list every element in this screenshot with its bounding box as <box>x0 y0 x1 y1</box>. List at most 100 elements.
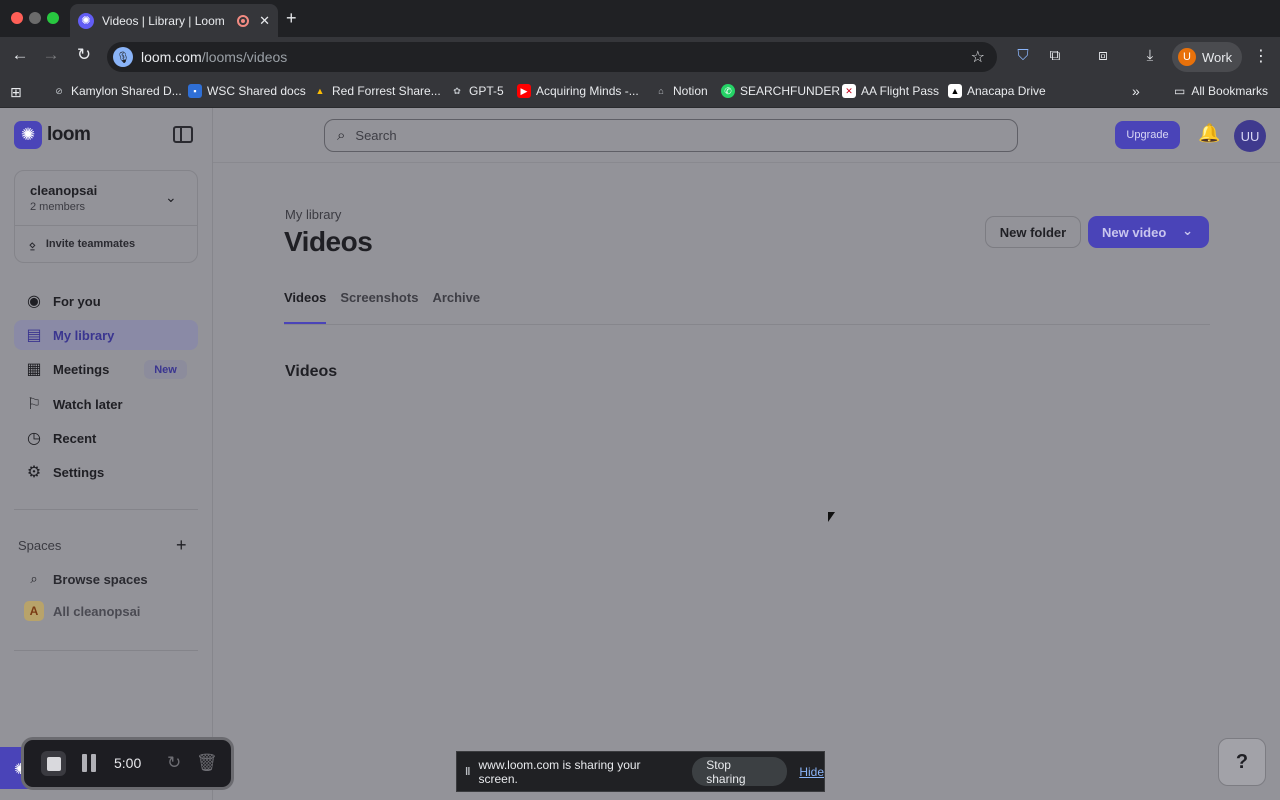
sidebar-divider <box>14 650 198 651</box>
tab-videos[interactable]: Videos <box>284 290 326 324</box>
bookmark-item[interactable]: ✆ SEARCHFUNDER <box>721 84 840 98</box>
browser-tab-strip: ✺ Videos | Library | Loom ✕ + <box>0 0 1280 37</box>
sidebar-item-all-space[interactable]: A All cleanopsai <box>24 601 140 621</box>
invite-teammates-button[interactable]: ⍚ Invite teammates <box>29 236 135 252</box>
tabs-divider <box>284 324 1210 325</box>
drag-handle-icon[interactable]: ‖ <box>465 766 470 778</box>
mouse-cursor-icon <box>828 512 835 522</box>
bookmark-item[interactable]: ▶ Acquiring Minds -... <box>517 84 639 98</box>
anacapa-icon: ▲ <box>948 84 962 98</box>
back-arrow-icon[interactable]: ← <box>8 45 32 65</box>
search-icon: ⌕ <box>337 127 346 144</box>
chevron-down-icon[interactable]: ⌄ <box>165 189 177 206</box>
close-window-button[interactable] <box>11 12 23 24</box>
workspace-divider <box>15 225 197 226</box>
breadcrumb[interactable]: My library <box>285 207 341 222</box>
sharing-message: www.loom.com is sharing your screen. <box>478 757 641 786</box>
workspace-name[interactable]: cleanopsai <box>30 183 97 198</box>
hide-link[interactable]: Hide <box>799 765 824 779</box>
browser-menu-icon[interactable]: ⋮ <box>1253 46 1269 66</box>
bookmark-item[interactable]: ⌂ Notion <box>654 84 707 98</box>
more-bookmarks-icon[interactable]: » <box>1132 83 1140 99</box>
reload-icon[interactable]: ↻ <box>72 45 96 65</box>
address-url: loom.com/looms/videos <box>141 49 288 65</box>
extension-shield-icon[interactable]: ⛉ <box>1013 47 1033 64</box>
notifications-bell-icon[interactable]: 🔔 <box>1198 123 1220 144</box>
youtube-icon: ▶ <box>517 84 531 98</box>
upgrade-button[interactable]: Upgrade <box>1115 121 1180 149</box>
workspace-members: 2 members <box>30 201 86 213</box>
profile-label: Work <box>1202 49 1233 65</box>
restart-icon[interactable]: ↻ <box>167 753 181 773</box>
search-input[interactable]: ⌕ Search <box>324 119 1018 152</box>
loom-logo[interactable]: ✺ loom <box>14 121 91 149</box>
all-bookmarks[interactable]: ▭ All Bookmarks <box>1174 84 1268 98</box>
home-icon: ⌂ <box>658 86 664 96</box>
bookmarks-bar: ⊞ ⊘ Kamylon Shared D... ▪ WSC Shared docs … <box>0 77 1280 108</box>
sidebar-item-browse-spaces[interactable]: ⌕ Browse spaces <box>24 569 147 589</box>
new-video-button[interactable]: New video ⌄ <box>1088 216 1209 248</box>
user-circle-icon: ◉ <box>27 293 41 310</box>
loom-logo-icon: ✺ <box>14 121 42 149</box>
help-button[interactable]: ? <box>1218 738 1266 786</box>
whatsapp-icon: ✆ <box>721 84 735 98</box>
pause-recording-button[interactable] <box>81 754 97 772</box>
search-placeholder: Search <box>355 128 397 143</box>
new-badge: New <box>144 360 187 379</box>
drive-icon: ▲ <box>315 86 325 96</box>
bookmark-item[interactable]: ⊘ Kamylon Shared D... <box>52 84 182 98</box>
calendar-icon: ▦ <box>26 361 42 378</box>
library-icon: ▤ <box>26 327 42 344</box>
sidebar-item-meetings[interactable]: ▦ Meetings New <box>14 354 198 384</box>
tab-archive[interactable]: Archive <box>432 290 480 324</box>
new-folder-button[interactable]: New folder <box>985 216 1081 248</box>
bookmark-item[interactable]: ▪ WSC Shared docs <box>188 84 306 98</box>
tab-title: Videos | Library | Loom <box>102 13 225 28</box>
profile-button[interactable]: U Work <box>1172 42 1242 72</box>
bookmark-item[interactable]: ✿ GPT-5 <box>450 84 503 98</box>
forward-arrow-icon[interactable]: → <box>39 45 63 65</box>
address-bar[interactable]: 🎙 loom.com/looms/videos ☆ <box>107 42 997 72</box>
loom-favicon-icon: ✺ <box>78 12 94 29</box>
tab-screenshots[interactable]: Screenshots <box>340 290 418 324</box>
bookmark-item[interactable]: ✕ AA Flight Pass <box>842 84 939 98</box>
browser-tab-active[interactable]: ✺ Videos | Library | Loom ✕ <box>70 4 278 37</box>
sidebar: ✺ loom cleanopsai 2 members ⌄ ⍚ Invite t… <box>0 108 213 800</box>
sidebar-item-my-library[interactable]: ▤ My library <box>14 320 198 350</box>
fullscreen-window-button[interactable] <box>47 12 59 24</box>
topbar-divider <box>213 162 1280 163</box>
site-info-icon[interactable]: 🎙 <box>113 47 133 67</box>
profile-avatar: U <box>1178 48 1196 66</box>
add-user-icon: ⍚ <box>29 236 37 251</box>
stop-recording-button[interactable] <box>41 751 66 776</box>
bookmark-item[interactable]: ▲ Red Forrest Share... <box>313 84 441 98</box>
library-tabs: Videos Screenshots Archive <box>284 290 494 324</box>
bookmark-icon: ⚐ <box>26 396 42 413</box>
openai-icon: ✿ <box>453 85 461 96</box>
recording-controls: 5:00 ↻ 🗑 <box>21 737 234 790</box>
chevron-down-icon[interactable]: ⌄ <box>1182 223 1193 239</box>
bookmark-star-icon[interactable]: ☆ <box>971 47 985 67</box>
sidebar-item-settings[interactable]: ⚙ Settings <box>14 457 198 487</box>
close-tab-icon[interactable]: ✕ <box>259 13 270 29</box>
new-tab-button[interactable]: + <box>286 8 297 29</box>
apps-grid-icon[interactable]: ⊞ <box>10 84 22 101</box>
stop-sharing-button[interactable]: Stop sharing <box>692 757 788 786</box>
section-heading: Videos <box>285 363 338 380</box>
user-avatar[interactable]: UU <box>1234 120 1266 152</box>
screen-sharing-bar: ‖ www.loom.com is sharing your screen. S… <box>456 751 825 792</box>
sidebar-item-recent[interactable]: ◷ Recent <box>14 423 198 453</box>
recording-timer: 5:00 <box>114 755 142 771</box>
sidebar-item-for-you[interactable]: ◉ For you <box>14 286 198 316</box>
cast-search-icon[interactable]: ⧈ <box>1093 47 1113 64</box>
bookmark-item[interactable]: ▲ Anacapa Drive <box>948 84 1046 98</box>
sidebar-item-watch-later[interactable]: ⚐ Watch later <box>14 389 198 419</box>
download-icon[interactable]: ⤓ <box>1140 47 1160 64</box>
collapse-sidebar-icon[interactable] <box>173 126 193 143</box>
workspace-card: cleanopsai 2 members ⌄ ⍚ Invite teammate… <box>14 170 198 263</box>
extensions-puzzle-icon[interactable]: ⧉ <box>1045 47 1065 64</box>
add-space-icon[interactable]: + <box>176 535 187 556</box>
gear-icon: ⚙ <box>26 464 42 481</box>
trash-icon[interactable]: 🗑 <box>196 753 218 773</box>
minimize-window-button[interactable] <box>29 12 41 24</box>
